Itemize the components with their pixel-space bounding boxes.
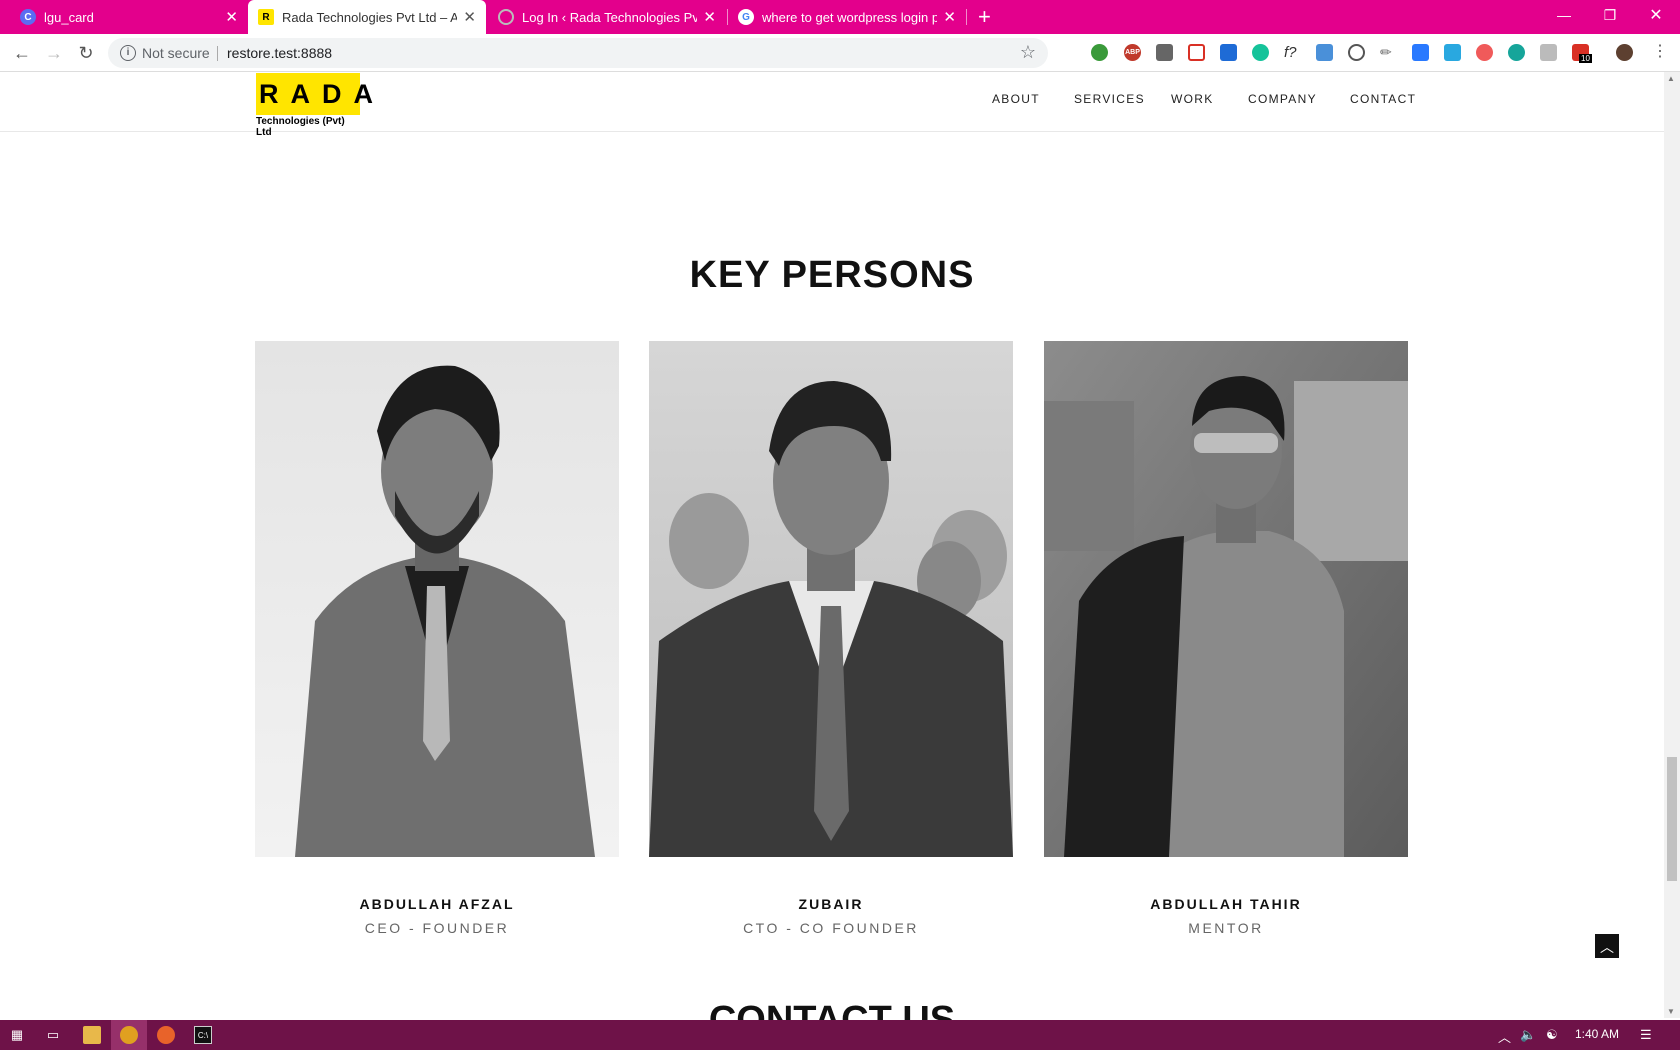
tab-separator [966, 9, 967, 25]
network-icon[interactable]: ☯ [1546, 1027, 1558, 1043]
close-window-icon[interactable]: ✕ [1633, 0, 1679, 30]
terminal-icon[interactable]: C:\ [194, 1026, 212, 1044]
extension-shield-icon[interactable] [1156, 44, 1173, 61]
person-name: ABDULLAH TAHIR [1150, 896, 1302, 912]
forward-arrow-icon[interactable]: → [42, 41, 66, 65]
tab-lgu-card[interactable]: C lgu_card ✕ [10, 0, 248, 34]
close-tab-icon[interactable]: ✕ [225, 8, 238, 26]
windows-taskbar: ▦ ▭ C:\ ︿ 🔈 ☯ 1:40 AM ☰ [0, 1020, 1680, 1050]
scroll-up-icon[interactable]: ▲ [1667, 74, 1675, 83]
tab-login[interactable]: Log In ‹ Rada Technologies Pvt Ltd ✕ [488, 0, 726, 34]
site-header: RADA Technologies (Pvt) Ltd ABOUT SERVIC… [0, 72, 1664, 138]
person-name: ZUBAIR [798, 896, 864, 912]
google-icon: G [738, 9, 754, 25]
close-tab-icon[interactable]: ✕ [463, 8, 476, 26]
tab-title: Log In ‹ Rada Technologies Pvt Ltd [522, 9, 698, 25]
section-title: KEY PERSONS [689, 254, 975, 296]
reload-icon[interactable]: ↻ [74, 41, 98, 65]
person-name: ABDULLAH AFZAL [359, 896, 515, 912]
tab-title: where to get wordpress login pa [762, 9, 938, 25]
nav-company[interactable]: COMPANY [1248, 92, 1317, 106]
extension-grey-icon[interactable] [1540, 44, 1557, 61]
tab-favicon-icon: C [20, 9, 36, 25]
file-explorer-icon[interactable] [83, 1026, 101, 1044]
tab-favicon-icon: R [258, 9, 274, 25]
person-role: CTO - CO FOUNDER [743, 920, 919, 936]
omnibox-divider [217, 46, 218, 61]
tab-title: lgu_card [44, 9, 94, 25]
font-finder-icon[interactable]: f? [1284, 44, 1301, 61]
adblock-icon[interactable]: ABP [1124, 44, 1141, 61]
person-photo [649, 341, 1013, 857]
tab-google-search[interactable]: G where to get wordpress login pa ✕ [728, 0, 966, 34]
extension-p-icon[interactable] [1220, 44, 1237, 61]
notification-icon[interactable]: ☰ [1640, 1027, 1652, 1043]
logo-text: RADA [256, 73, 373, 115]
person-card: ABDULLAH AFZAL CEO - FOUNDER [255, 341, 619, 936]
profile-avatar[interactable] [1616, 44, 1633, 61]
info-icon[interactable]: i [120, 45, 136, 61]
new-tab-plus-icon[interactable]: + [978, 4, 991, 30]
volume-icon[interactable]: 🔈 [1520, 1027, 1536, 1043]
extension-badge: 10 [1579, 54, 1592, 63]
minimize-icon[interactable]: — [1541, 0, 1587, 30]
person-card: ZUBAIR CTO - CO FOUNDER [649, 341, 1013, 936]
extension-shield-red-icon[interactable] [1476, 44, 1493, 61]
tab-rada-technologies[interactable]: R Rada Technologies Pvt Ltd – Auto ✕ [248, 0, 486, 34]
contact-section-title: CONTACT US [708, 999, 956, 1020]
scroll-down-icon[interactable]: ▼ [1667, 1007, 1675, 1016]
extension-pocket-icon[interactable] [1412, 44, 1429, 61]
restore-icon[interactable]: ❐ [1587, 0, 1633, 30]
grammarly-icon[interactable] [1252, 44, 1269, 61]
clock-time[interactable]: 1:40 AM [1575, 1027, 1619, 1041]
loading-icon [498, 9, 514, 25]
scroll-to-top-button[interactable]: ︿ [1595, 934, 1619, 958]
address-bar[interactable]: i Not secure restore.test:8888 ☆ [108, 38, 1048, 68]
close-tab-icon[interactable]: ✕ [703, 8, 716, 26]
url-text[interactable]: restore.test:8888 [227, 45, 332, 61]
tray-chevron-up-icon[interactable]: ︿ [1498, 1027, 1511, 1046]
not-secure-label: Not secure [142, 45, 210, 61]
extension-window-icon[interactable] [1444, 44, 1461, 61]
person-role: CEO - FOUNDER [364, 920, 510, 936]
nav-work[interactable]: WORK [1171, 92, 1214, 106]
back-arrow-icon[interactable]: ← [10, 41, 34, 65]
person-role: MENTOR [1188, 920, 1264, 936]
close-tab-icon[interactable]: ✕ [943, 8, 956, 26]
firefox-icon[interactable] [157, 1026, 175, 1044]
task-view-icon[interactable]: ▭ [44, 1026, 62, 1044]
extension-translate-icon[interactable] [1316, 44, 1333, 61]
nav-contact[interactable]: CONTACT [1350, 92, 1416, 106]
person-photo [255, 341, 619, 857]
person-card: ABDULLAH TAHIR MENTOR [1044, 341, 1408, 936]
windows-start-icon[interactable]: ▦ [8, 1026, 26, 1044]
browser-toolbar: ← → ↻ i Not secure restore.test:8888 ☆ A… [0, 34, 1680, 72]
chrome-icon[interactable] [120, 1026, 138, 1044]
bookmark-star-icon[interactable]: ☆ [1020, 42, 1036, 63]
tab-title: Rada Technologies Pvt Ltd – Auto [282, 9, 458, 25]
page-scrollbar[interactable]: ▲ ▼ [1664, 72, 1680, 1018]
scrollbar-thumb[interactable] [1667, 757, 1677, 881]
gmail-icon[interactable] [1188, 44, 1205, 61]
chevron-up-icon: ︿ [1600, 939, 1614, 955]
rada-logo[interactable]: RADA Technologies (Pvt) Ltd [256, 73, 373, 138]
eyedropper-icon[interactable]: ✏ [1380, 44, 1397, 61]
extension-globe-icon[interactable] [1091, 44, 1108, 61]
extension-m-icon[interactable] [1508, 44, 1525, 61]
person-photo [1044, 341, 1408, 857]
nav-about[interactable]: ABOUT [992, 92, 1040, 106]
menu-dots-icon[interactable]: ⋮ [1652, 41, 1668, 61]
nav-services[interactable]: SERVICES [1074, 92, 1145, 106]
tab-bar: C lgu_card ✕ R Rada Technologies Pvt Ltd… [0, 0, 1680, 34]
logo-subtitle: Technologies (Pvt) Ltd [256, 116, 345, 138]
wordpress-icon[interactable] [1348, 44, 1365, 61]
